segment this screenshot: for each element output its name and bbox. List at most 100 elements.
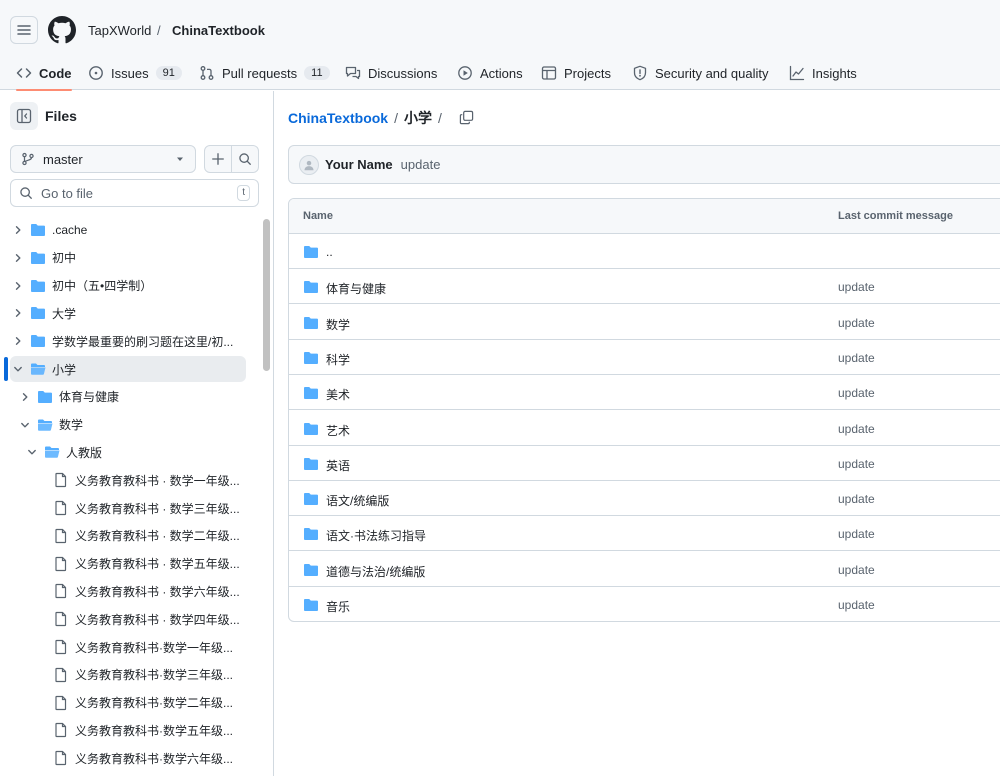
directory-name-link[interactable]: 体育与健康 <box>326 280 386 297</box>
tree-file-item[interactable]: 义务教育教科书 · 数学三年级... <box>10 495 246 521</box>
tree-folder-item[interactable]: 学数学最重要的刷习题在这里/初... <box>10 328 246 354</box>
tree-folder-item[interactable]: 初中 <box>10 245 246 271</box>
tree-file-item[interactable]: 义务教育教科书·数学二年级... <box>10 690 246 716</box>
tree-folder-item[interactable]: 数学 <box>10 412 246 438</box>
repo-owner-link[interactable]: TapXWorld <box>88 23 151 38</box>
sidebar-collapse-icon <box>16 108 32 124</box>
folder-icon <box>303 279 319 295</box>
tree-file-item[interactable]: 义务教育教科书·数学五年级... <box>10 717 246 743</box>
tab-discussions[interactable]: Discussions <box>345 56 437 90</box>
table-row[interactable]: 数学 update <box>289 305 1000 340</box>
directory-name-link[interactable]: 艺术 <box>326 422 350 439</box>
tab-actions[interactable]: Actions <box>457 56 523 90</box>
tree-file-item[interactable]: 义务教育教科书 · 数学六年级... <box>10 578 246 604</box>
github-logo-icon[interactable] <box>48 16 76 44</box>
directory-name-link[interactable]: 英语 <box>326 457 350 474</box>
tree-file-item[interactable]: 义务教育教科书·数学三年级... <box>10 662 246 688</box>
scrollbar-thumb[interactable] <box>263 219 270 371</box>
add-file-button[interactable] <box>205 146 231 172</box>
commit-message-link[interactable]: update <box>838 563 875 577</box>
tab-pull-requests[interactable]: Pull requests 11 <box>199 56 330 90</box>
tab-insights[interactable]: Insights <box>789 56 857 90</box>
tree-file-item[interactable]: 义务教育教科书·数学六年级... <box>10 745 246 771</box>
chevron-right-icon[interactable] <box>12 335 24 347</box>
folder-icon <box>303 385 319 401</box>
table-row[interactable]: 音乐 update <box>289 587 1000 621</box>
caret-down-icon <box>175 154 185 164</box>
tab-security[interactable]: Security and quality <box>632 56 768 90</box>
table-row[interactable]: 语文/统编版 update <box>289 481 1000 517</box>
directory-name-link[interactable]: 语文·书法练习指导 <box>326 527 426 544</box>
commit-author[interactable]: Your Name <box>325 157 393 172</box>
breadcrumb: ChinaTextbook / 小学 / <box>288 108 442 128</box>
table-row[interactable]: 英语 update <box>289 446 1000 481</box>
tree-folder-item[interactable]: 大学 <box>10 300 246 326</box>
tree-file-item[interactable]: 义务教育教科书·数学一年级... <box>10 634 246 660</box>
table-row[interactable]: 美术 update <box>289 375 1000 411</box>
tree-file-item[interactable]: 义务教育教科书 · 数学二年级... <box>10 523 246 549</box>
commit-message-link[interactable]: update <box>838 492 875 506</box>
commit-message-link[interactable]: update <box>838 527 875 541</box>
avatar[interactable] <box>299 154 319 175</box>
collapse-sidebar-button[interactable] <box>10 102 38 130</box>
commit-message-link[interactable]: update <box>838 316 875 330</box>
breadcrumb-repo-link[interactable]: ChinaTextbook <box>288 110 388 126</box>
tree-folder-item[interactable]: 人教版 <box>10 439 246 465</box>
chevron-down-icon[interactable] <box>19 419 31 431</box>
chevron-right-icon[interactable] <box>12 224 24 236</box>
tree-file-item[interactable]: 义务教育教科书 · 数学一年级... <box>10 467 246 493</box>
tree-item-label: 义务教育教科书 · 数学二年级... <box>75 529 240 544</box>
commit-message-link[interactable]: update <box>838 280 875 294</box>
chevron-right-icon[interactable] <box>12 307 24 319</box>
table-row[interactable]: 科学 update <box>289 340 1000 375</box>
directory-name-link[interactable]: 语文/统编版 <box>326 492 389 509</box>
chevron-down-icon[interactable] <box>12 363 24 375</box>
file-icon <box>53 639 69 655</box>
tree-scrollbar[interactable] <box>262 217 270 776</box>
tree-file-item[interactable]: 义务教育教科书 · 数学五年级... <box>10 551 246 577</box>
tree-item-label: 义务教育教科书·数学一年级... <box>75 640 233 655</box>
discussions-icon <box>345 65 361 81</box>
table-row[interactable]: 艺术 update <box>289 411 1000 446</box>
directory-name-link[interactable]: 科学 <box>326 351 350 368</box>
tree-file-item[interactable]: 义务教育教科书 · 数学四年级... <box>10 606 246 632</box>
table-row[interactable]: 道德与法治/统编版 update <box>289 552 1000 587</box>
tree-item-label: 义务教育教科书 · 数学一年级... <box>75 473 240 488</box>
commit-message[interactable]: update <box>401 157 441 172</box>
directory-name-link[interactable]: 美术 <box>326 386 350 403</box>
chevron-right-icon[interactable] <box>12 280 24 292</box>
table-row[interactable]: 体育与健康 update <box>289 269 1000 305</box>
directory-name-link[interactable]: .. <box>326 245 333 259</box>
commit-message-link[interactable]: update <box>838 422 875 436</box>
tab-projects[interactable]: Projects <box>541 56 611 90</box>
table-row[interactable]: .. <box>289 234 1000 269</box>
directory-name-link[interactable]: 音乐 <box>326 598 350 615</box>
branch-selector[interactable]: master <box>10 145 196 173</box>
table-row[interactable]: 语文·书法练习指导 update <box>289 516 1000 552</box>
chevron-down-icon[interactable] <box>26 446 38 458</box>
repo-name-link[interactable]: ChinaTextbook <box>172 23 265 38</box>
commit-message-link[interactable]: update <box>838 351 875 365</box>
commit-message-link[interactable]: update <box>838 386 875 400</box>
tree-folder-item[interactable]: 小学 <box>10 356 246 382</box>
directory-name-link[interactable]: 道德与法治/统编版 <box>326 563 425 580</box>
copy-path-button[interactable] <box>457 108 475 126</box>
tab-label: Actions <box>480 65 523 81</box>
file-tree: .cache 初中 初中（五•四学制） 大学学数学最重要的刷习题在这里/初... 小学体… <box>0 217 260 776</box>
tree-folder-item[interactable]: 初中（五•四学制） <box>10 273 246 299</box>
chevron-right-icon[interactable] <box>19 391 31 403</box>
commit-message-link[interactable]: update <box>838 457 875 471</box>
chevron-right-icon[interactable] <box>12 252 24 264</box>
search-code-button[interactable] <box>231 146 258 172</box>
menu-button[interactable] <box>10 16 38 44</box>
go-to-file-input[interactable]: Go to file t <box>10 179 259 207</box>
folder-icon <box>303 350 319 366</box>
tab-issues[interactable]: Issues 91 <box>88 56 182 90</box>
file-icon <box>53 528 69 544</box>
tree-folder-item[interactable]: .cache <box>10 217 246 243</box>
tree-folder-item[interactable]: 体育与健康 <box>10 384 246 410</box>
commit-message-link[interactable]: update <box>838 598 875 612</box>
tree-item-label: 大学 <box>52 306 77 321</box>
directory-name-link[interactable]: 数学 <box>326 316 350 333</box>
tab-code[interactable]: Code <box>16 56 72 91</box>
